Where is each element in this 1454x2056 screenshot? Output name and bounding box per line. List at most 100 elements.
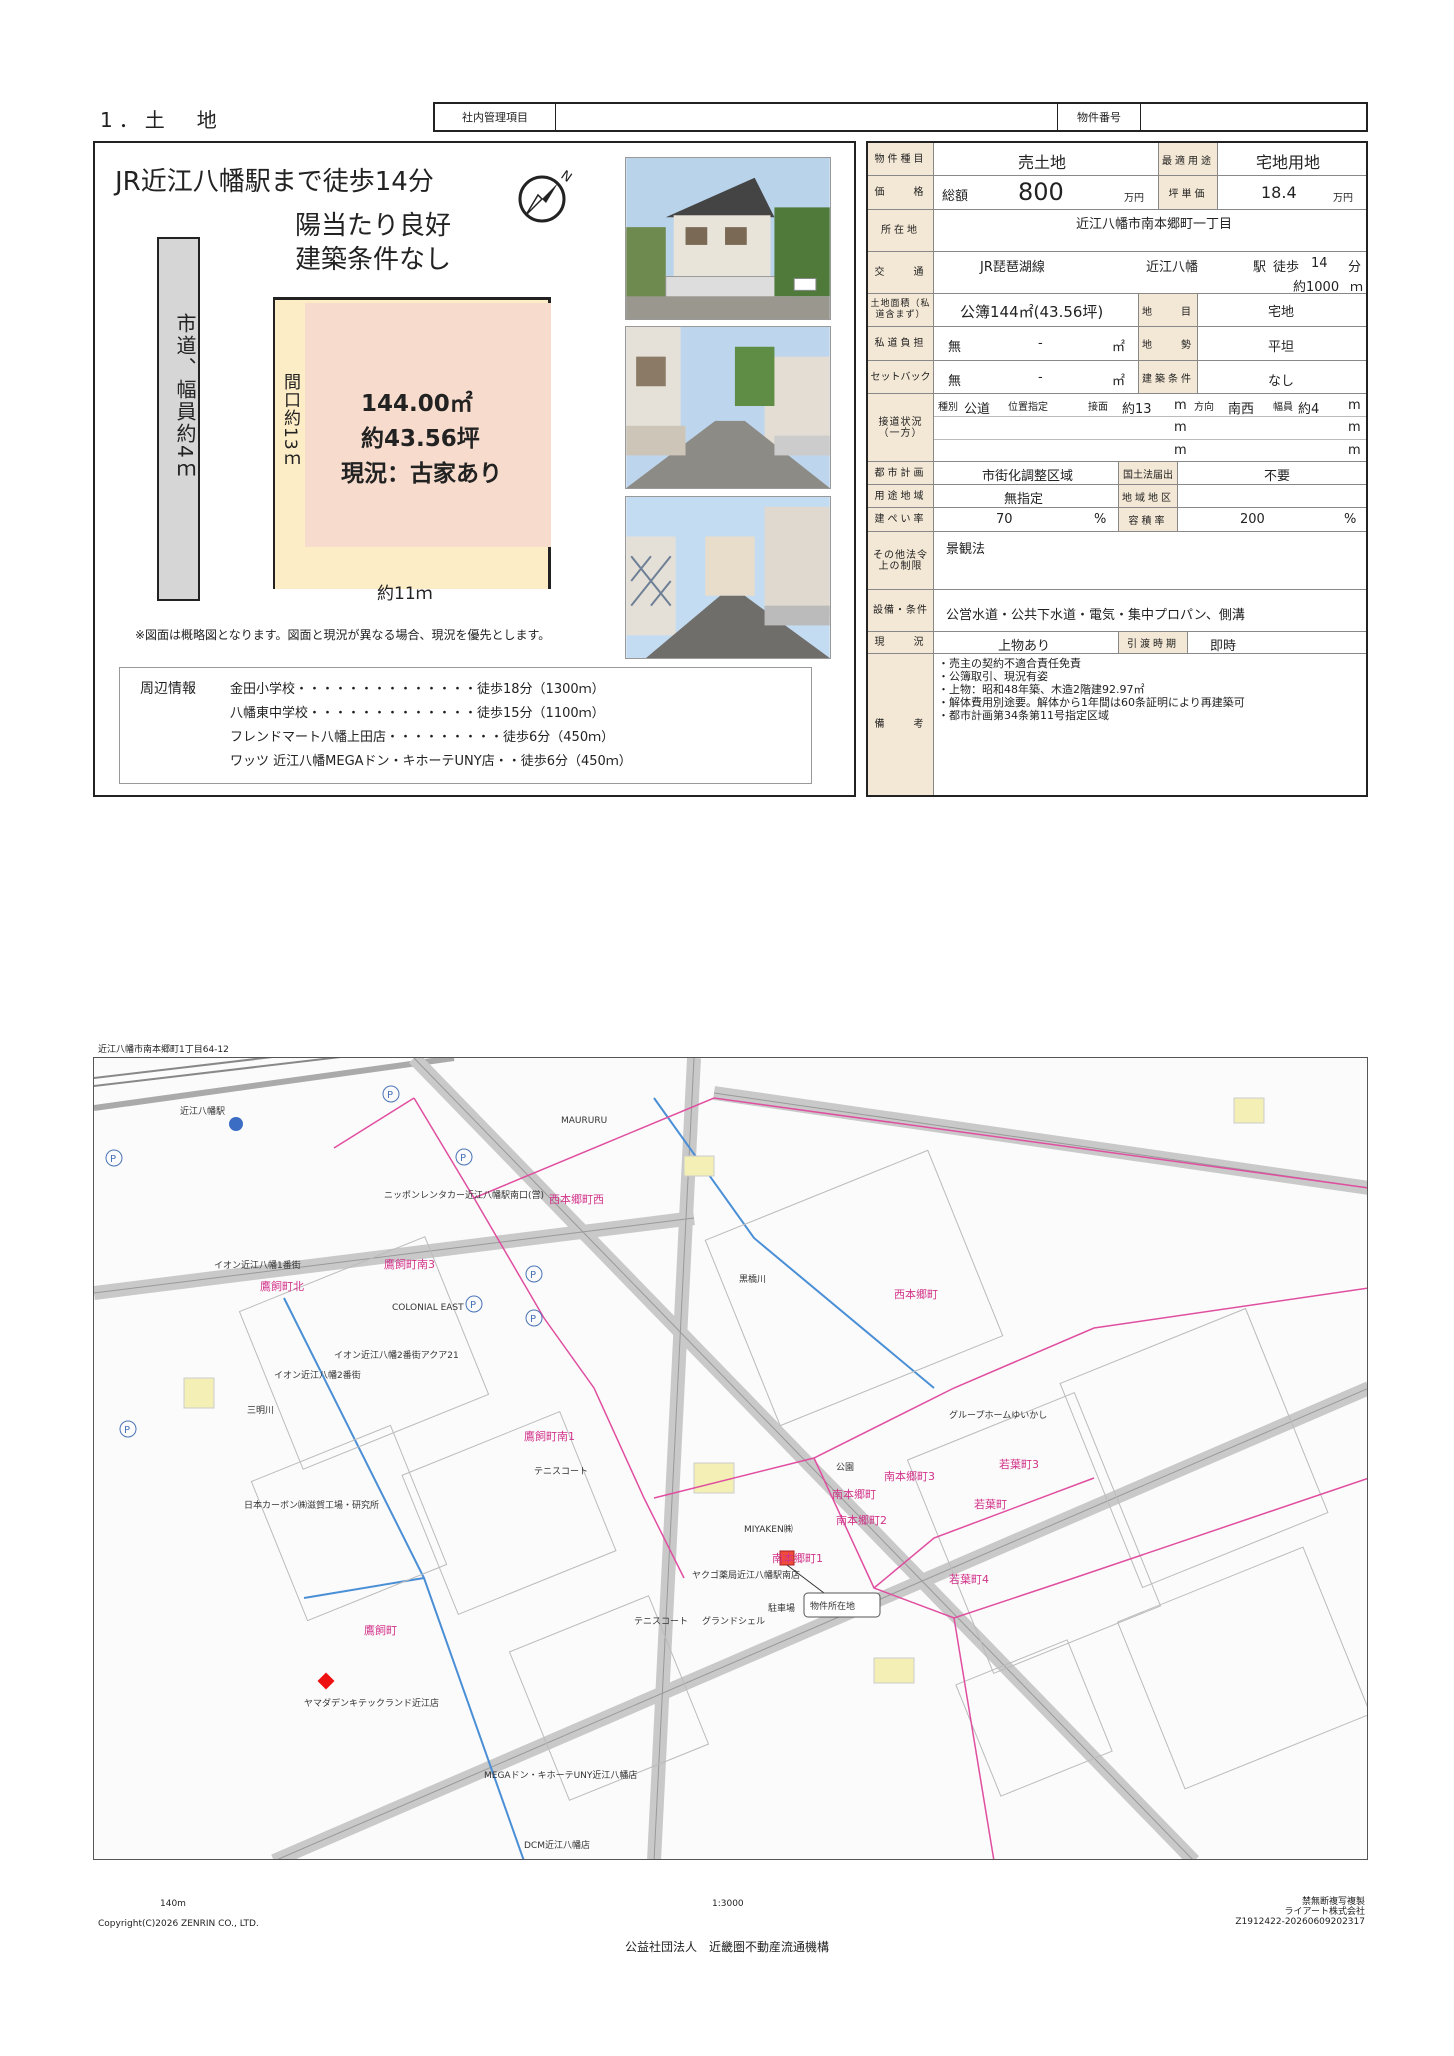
svg-text:N: N xyxy=(558,168,574,186)
other-value: 景観法 xyxy=(946,542,986,557)
city-plan-value: 市街化調整区域 xyxy=(982,469,1074,484)
price-total-label: 総額 xyxy=(942,189,969,204)
road-label: 市道、幅員約4ｍ xyxy=(173,313,197,482)
map-label-minami-hongo3: 南本郷町3 xyxy=(884,1469,935,1483)
map-label-aeon21: イオン近江八幡2番街アクア21 xyxy=(334,1349,459,1361)
svg-text:P: P xyxy=(530,1270,536,1281)
setback-label: セットバック xyxy=(868,361,934,393)
line-name: JR琵琶湖線 xyxy=(980,260,1045,275)
map-label-minami-hongo2: 南本郷町2 xyxy=(836,1513,887,1527)
transport-label: 交 通 xyxy=(868,252,934,293)
map-label-wakaba: 若葉町 xyxy=(974,1497,1007,1511)
svg-text:P: P xyxy=(470,1300,476,1311)
map-credit-line: Z1912422-20260609202317 xyxy=(1235,1917,1365,1927)
row-other-laws: その他法令上の制限 景観法 xyxy=(868,532,1366,590)
road-len-value: 約13 xyxy=(1122,402,1152,417)
private-road-label: 私道負担 xyxy=(868,327,934,360)
section-title: 1．土 地 xyxy=(100,108,223,132)
frontage-label: 間口約13ｍ xyxy=(280,373,300,469)
map-label-takagai-minami3: 鷹飼町南3 xyxy=(384,1257,435,1271)
build-cond-value: なし xyxy=(1268,374,1295,389)
map-copyright: Copyright(C)2026 ZENRIN CO., LTD. xyxy=(98,1919,259,1929)
bcr-value: 70 xyxy=(996,512,1013,527)
status-value: 上物あり xyxy=(998,639,1051,654)
map-label-colonial: COLONIAL EAST xyxy=(392,1303,464,1313)
row-setback: セットバック 無 - ㎡ 建築条件 なし xyxy=(868,361,1366,394)
road-width-value: 約4 xyxy=(1298,402,1320,417)
map-label-minami-hongo1: 南本郷町1 xyxy=(772,1551,823,1565)
mgmt-field[interactable] xyxy=(556,104,1058,130)
land-area-value: 公簿144㎡(43.56坪) xyxy=(960,303,1104,321)
map-label-wakaba3: 若葉町3 xyxy=(999,1457,1039,1471)
map-credit: 禁無断複写複製 ライアート株式会社 Z1912422-2026060920231… xyxy=(1210,1897,1365,1927)
walk-label: 徒歩 xyxy=(1273,260,1300,275)
location-map[interactable]: P P P P P P P 近江八幡駅 イオン近江八幡1番街 イオン近江八幡2番街 イ… xyxy=(93,1057,1368,1860)
nearby-item: 八幡東中学校・・・・・・・・・・・・・徒歩15分（1100ｍ） xyxy=(230,706,605,721)
row-transport: 交 通 JR琵琶湖線 近江八幡 駅 徒歩 14 分 約1000 ｍ xyxy=(868,252,1366,295)
map-address: 近江八幡市南本郷町1丁目64-12 xyxy=(98,1045,229,1055)
station-suffix: 駅 xyxy=(1253,260,1267,275)
private-road-value: 無 xyxy=(948,340,962,355)
kokudo-value: 不要 xyxy=(1264,469,1291,484)
tsubo-price-value: 18.4 xyxy=(1261,183,1297,202)
far-pct: % xyxy=(1344,512,1357,527)
map-label-dcm: DCM近江八幡店 xyxy=(524,1839,590,1851)
land-area-label: 土地面積（私道含まず） xyxy=(868,294,934,326)
chimoku-value: 宅地 xyxy=(1268,305,1295,320)
row-facilities: 設備・条件 公営水道・公共下水道・電気・集中プロパン、側溝 xyxy=(868,590,1366,632)
property-spec-table: 物件種目 売土地 最適用途 宅地用地 価 格 総額 800 万円 坪単価 18.… xyxy=(866,141,1368,797)
svg-text:P: P xyxy=(530,1314,536,1325)
kokudo-label: 国土法届出 xyxy=(1118,462,1178,484)
svg-text:P: P xyxy=(387,1090,393,1101)
far-value: 200 xyxy=(1240,512,1265,527)
tsubo-price-unit: 万円 xyxy=(1333,193,1353,204)
price-unit: 万円 xyxy=(1124,193,1144,204)
map-label-takagai-kita: 鷹飼町北 xyxy=(260,1279,304,1293)
best-use-label: 最適用途 xyxy=(1158,143,1218,175)
width-label: 約11ｍ xyxy=(377,584,433,604)
map-label-nihon-carbon: 日本カーボン㈱滋賀工場・研究所 xyxy=(244,1499,379,1511)
map-label-grand-shell: グランドシェル xyxy=(702,1615,765,1627)
private-road-dash: - xyxy=(1038,336,1043,351)
setback-dash: - xyxy=(1038,370,1043,385)
nearby-item: ワッツ 近江八幡MEGAドン・キホーテUNY店・・徒歩6分（450ｍ） xyxy=(230,754,632,769)
property-no-label: 物件番号 xyxy=(1058,104,1141,130)
road-width-unit-2: m xyxy=(1348,420,1361,435)
map-label-wakaba4: 若葉町4 xyxy=(949,1572,989,1586)
property-photo-2 xyxy=(625,326,831,489)
walk-unit: 分 xyxy=(1348,260,1362,275)
price-value: 800 xyxy=(1018,178,1064,206)
city-plan-label: 都市計画 xyxy=(868,462,934,484)
other-label: その他法令上の制限 xyxy=(868,532,934,589)
walk-min: 14 xyxy=(1311,256,1328,271)
map-label-mega: MEGAドン・キホーテUNY近江八幡店 xyxy=(484,1769,637,1781)
distance-unit: ｍ xyxy=(1350,280,1364,295)
tsubo-price-label: 坪単価 xyxy=(1158,176,1218,209)
row-road-contact: 接道状況（一方） 種別 公道 位置指定 接面 約13 m 方向 南西 幅員 約4… xyxy=(868,394,1366,462)
road-width-label: 幅員 xyxy=(1273,402,1293,413)
chimoku-label: 地 目 xyxy=(1138,294,1198,326)
map-label-marker: 物件所在地 xyxy=(810,1600,855,1612)
row-city-plan: 都市計画 市街化調整区域 国土法届出 不要 xyxy=(868,462,1366,485)
property-no-field[interactable] xyxy=(1141,104,1366,130)
map-label-tennis1: テニスコート xyxy=(534,1466,588,1477)
row-price: 価 格 総額 800 万円 坪単価 18.4 万円 xyxy=(868,176,1366,210)
private-road-unit: ㎡ xyxy=(1112,340,1126,355)
nearby-label: 周辺情報 xyxy=(140,681,196,697)
facilities-label: 設備・条件 xyxy=(868,590,934,631)
road-len-unit-3: m xyxy=(1174,443,1187,458)
terrain-value: 平坦 xyxy=(1268,340,1295,355)
map-scale-ratio: 1:3000 xyxy=(712,1899,744,1909)
property-photo-3 xyxy=(625,496,831,659)
map-credit-line: 禁無断複写複製 xyxy=(1301,1897,1365,1907)
bcr-pct: % xyxy=(1094,512,1107,527)
map-label-yakuzaikyoku: ヤクゴ薬局近江八幡駅南店 xyxy=(692,1569,800,1581)
mgmt-label: 社内管理項目 xyxy=(435,104,556,130)
footer-organization: 公益社団法人 近畿圏不動産流通機構 xyxy=(624,1940,829,1954)
zoning-label: 用途地域 xyxy=(868,485,934,507)
row-type: 物件種目 売土地 最適用途 宅地用地 xyxy=(868,143,1366,176)
map-label-takagai: 鷹飼町 xyxy=(364,1623,397,1637)
map-label-group-home: グループホームゆいかし xyxy=(949,1409,1047,1421)
area-m2: 144.00㎡ xyxy=(361,391,473,417)
map-label-aeon2: イオン近江八幡2番街 xyxy=(274,1369,361,1381)
